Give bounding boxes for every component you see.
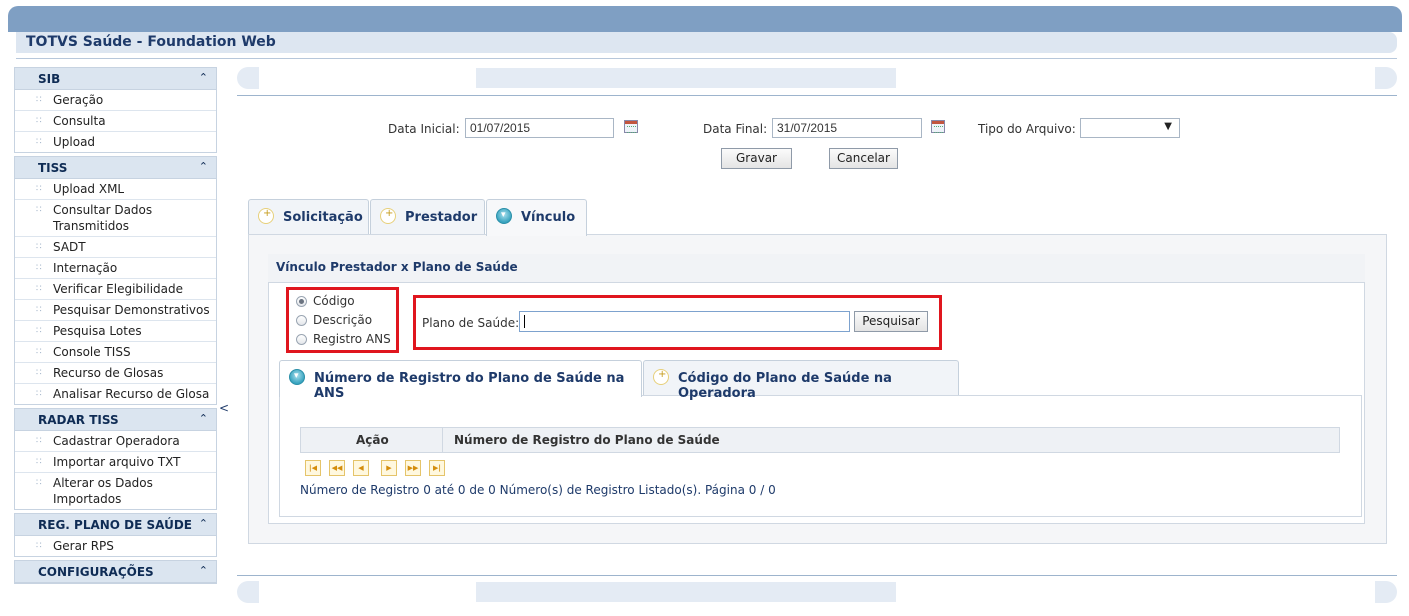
main-bar-right xyxy=(1375,67,1397,89)
section-header-sib[interactable]: SIB ⌃ xyxy=(15,68,216,90)
section-header-configuracoes[interactable]: CONFIGURAÇÕES ⌃ xyxy=(15,561,216,583)
data-inicial-label: Data Inicial: xyxy=(388,122,460,136)
pesquisar-button[interactable]: Pesquisar xyxy=(854,311,928,332)
tab-vinculo[interactable]: Vínculo xyxy=(486,199,587,236)
sidebar-section-configuracoes: CONFIGURAÇÕES ⌃ xyxy=(14,560,217,584)
sidebar-item-upload[interactable]: ∷ Upload xyxy=(15,132,216,152)
radio-registro-ans-label: Registro ANS xyxy=(313,332,391,346)
first-page-icon[interactable]: |◀ xyxy=(305,460,321,476)
sidebar-item-geracao[interactable]: ∷ Geração xyxy=(15,90,216,111)
sidebar-item-gerar-rps[interactable]: ∷ Gerar RPS xyxy=(15,536,216,556)
sidebar-item-sadt[interactable]: ∷ SADT xyxy=(15,237,216,258)
tipo-arquivo-select[interactable]: ▼ xyxy=(1080,118,1180,138)
bottom-bar-center xyxy=(476,582,896,602)
main-bar-center xyxy=(476,68,896,88)
app-title-bar: TOTVS Saúde - Foundation Web xyxy=(16,32,1397,53)
next-page-icon[interactable]: ▶ xyxy=(381,460,397,476)
data-final-label: Data Final: xyxy=(703,122,768,136)
chevron-up-icon[interactable]: ⌃ xyxy=(199,517,208,530)
sidebar-section-tiss: TISS ⌃ ∷ Upload XML ∷ Consultar Dados Trans… xyxy=(14,156,217,405)
radio-descricao-label: Descrição xyxy=(313,313,373,327)
vinculo-fieldset-title: Vínculo Prestador x Plano de Saúde xyxy=(268,254,1365,283)
expand-plus-icon xyxy=(380,208,396,224)
last-page-icon[interactable]: ▶| xyxy=(429,460,445,476)
calendar-icon[interactable] xyxy=(931,120,945,133)
active-tab-icon xyxy=(289,369,305,385)
sidebar-item-upload-xml[interactable]: ∷ Upload XML xyxy=(15,179,216,200)
section-header-tiss[interactable]: TISS ⌃ xyxy=(15,157,216,179)
sidebar-item-consulta[interactable]: ∷ Consulta xyxy=(15,111,216,132)
section-header-reg-plano[interactable]: REG. PLANO DE SAÚDE ⌃ xyxy=(15,514,216,536)
sidebar-section-radar-tiss: RADAR TISS ⌃ ∷ Cadastrar Operadora ∷ Import… xyxy=(14,408,217,510)
expand-plus-icon xyxy=(258,208,274,224)
sidebar-item-console-tiss[interactable]: ∷ Console TISS xyxy=(15,342,216,363)
sidebar-collapse-toggle[interactable]: < xyxy=(219,401,229,415)
sidebar-section-sib: SIB ⌃ ∷ Geração ∷ Consulta ∷ Upload xyxy=(14,67,217,153)
next-block-icon[interactable]: ▶▶ xyxy=(405,460,421,476)
grid-column-separator xyxy=(442,427,443,453)
chevron-up-icon[interactable]: ⌃ xyxy=(199,564,208,577)
subtab-codigo-operadora[interactable]: Código do Plano de Saúde na Operadora xyxy=(643,360,959,401)
sidebar-item-alterar-dados[interactable]: ∷ Alterar os Dados Importados xyxy=(15,473,216,509)
sidebar-section-reg-plano: REG. PLANO DE SAÚDE ⌃ ∷ Gerar RPS xyxy=(14,513,217,557)
sidebar: SIB ⌃ ∷ Geração ∷ Consulta ∷ Upload TISS ⌃ ∷ U… xyxy=(14,67,217,587)
pager-info: Número de Registro 0 até 0 de 0 Número(s… xyxy=(300,483,776,497)
prev-block-icon[interactable]: ◀◀ xyxy=(329,460,345,476)
calendar-icon[interactable] xyxy=(624,120,638,133)
dropdown-arrow-icon: ▼ xyxy=(1164,121,1172,132)
sidebar-item-pesquisa-lotes[interactable]: ∷ Pesquisa Lotes xyxy=(15,321,216,342)
sidebar-item-analisar-recurso[interactable]: ∷ Analisar Recurso de Glosa xyxy=(15,384,216,404)
bottom-bar-left xyxy=(237,581,259,603)
prev-page-icon[interactable]: ◀ xyxy=(353,460,369,476)
sidebar-item-internacao[interactable]: ∷ Internação xyxy=(15,258,216,279)
tipo-arquivo-label: Tipo do Arquivo: xyxy=(978,122,1076,136)
plano-saude-input[interactable] xyxy=(519,311,850,332)
radio-registro-ans[interactable] xyxy=(296,334,307,345)
radio-codigo[interactable] xyxy=(296,296,307,307)
sidebar-item-consultar-dados[interactable]: ∷ Consultar Dados Transmitidos xyxy=(15,200,216,237)
active-tab-icon xyxy=(496,208,512,224)
tab-solicitacao[interactable]: Solicitação xyxy=(248,199,369,234)
main-bar-left xyxy=(237,67,259,89)
main-divider xyxy=(237,95,1397,96)
chevron-up-icon[interactable]: ⌃ xyxy=(199,71,208,84)
divider xyxy=(16,58,1397,59)
expand-plus-icon xyxy=(653,369,669,385)
sidebar-item-importar-txt[interactable]: ∷ Importar arquivo TXT xyxy=(15,452,216,473)
radio-descricao[interactable] xyxy=(296,315,307,326)
column-header-acao[interactable]: Ação xyxy=(356,433,389,447)
column-header-numero-registro[interactable]: Número de Registro do Plano de Saúde xyxy=(454,433,720,447)
cancelar-button[interactable]: Cancelar xyxy=(829,148,898,169)
data-final-field[interactable]: 31/07/2015 xyxy=(772,118,922,138)
app-title: TOTVS Saúde - Foundation Web xyxy=(26,34,276,50)
subtab-registro-ans[interactable]: Número de Registro do Plano de Saúde na … xyxy=(279,360,642,401)
window-top-bar xyxy=(8,6,1402,32)
sidebar-item-cadastrar-operadora[interactable]: ∷ Cadastrar Operadora xyxy=(15,431,216,452)
plano-saude-label: Plano de Saúde: xyxy=(422,316,520,330)
sidebar-item-pesquisar-demonstrativos[interactable]: ∷ Pesquisar Demonstrativos xyxy=(15,300,216,321)
gravar-button[interactable]: Gravar xyxy=(721,148,792,169)
bottom-divider xyxy=(237,575,1397,576)
radio-codigo-label: Código xyxy=(313,294,355,308)
bottom-bar-right xyxy=(1375,581,1397,603)
tab-prestador[interactable]: Prestador xyxy=(370,199,485,234)
chevron-up-icon[interactable]: ⌃ xyxy=(199,160,208,173)
sidebar-item-recurso-glosas[interactable]: ∷ Recurso de Glosas xyxy=(15,363,216,384)
chevron-up-icon[interactable]: ⌃ xyxy=(199,412,208,425)
data-inicial-field[interactable]: 01/07/2015 xyxy=(465,118,614,138)
grid-header: Ação Número de Registro do Plano de Saúd… xyxy=(300,427,1340,453)
section-header-radar-tiss[interactable]: RADAR TISS ⌃ xyxy=(15,409,216,431)
sidebar-item-verificar-elegibilidade[interactable]: ∷ Verificar Elegibilidade xyxy=(15,279,216,300)
subtab-panel xyxy=(279,395,1362,517)
